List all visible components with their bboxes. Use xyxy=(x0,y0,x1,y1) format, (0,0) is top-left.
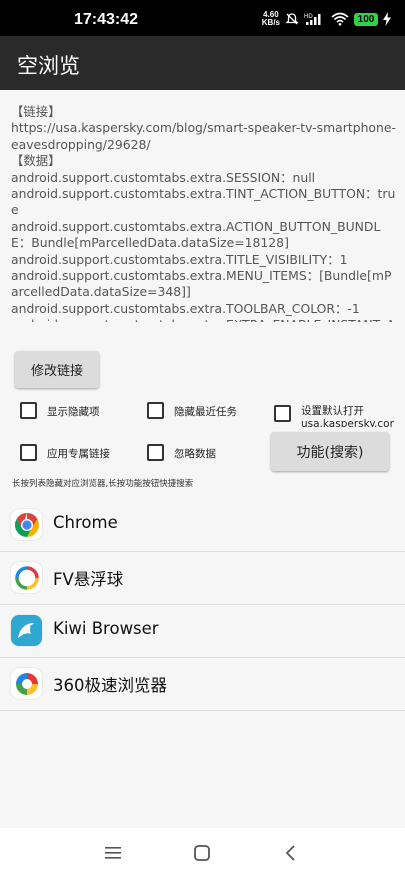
home-icon[interactable] xyxy=(189,840,215,866)
browser-name: Kiwi Browser xyxy=(53,619,159,638)
function-search-button[interactable]: 功能(搜索) xyxy=(271,432,389,471)
browser-item-kiwi[interactable]: Kiwi Browser xyxy=(0,605,405,658)
checkbox-box[interactable] xyxy=(20,444,37,461)
browser-name: Chrome xyxy=(53,513,118,532)
hide-recent-checkbox[interactable]: 隐藏最近任务 xyxy=(147,402,237,419)
network-speed: 4.60 KB/s xyxy=(261,10,280,27)
app-link-checkbox[interactable]: 应用专属链接 xyxy=(20,444,110,461)
browser-list: Chrome FV悬浮球 Kiwi Browser 360极速浏览器 xyxy=(0,499,405,711)
hide-recent-label: 隐藏最近任务 xyxy=(174,406,237,418)
back-icon[interactable] xyxy=(278,840,304,866)
app-link-label: 应用专属链接 xyxy=(47,448,110,460)
browser-item-360[interactable]: 360极速浏览器 xyxy=(0,658,405,711)
mute-icon xyxy=(285,13,299,25)
checkbox-box[interactable] xyxy=(274,405,291,422)
status-bar: 17:43:42 4.60 KB/s HD 100 xyxy=(0,0,405,36)
browser-item-chrome[interactable]: Chrome xyxy=(0,499,405,552)
chrome-icon xyxy=(11,509,42,540)
modify-link-button[interactable]: 修改链接 xyxy=(15,351,99,388)
svg-text:HD: HD xyxy=(304,14,313,20)
set-default-checkbox[interactable]: 设置默认打开 usa.kaspersky.com xyxy=(274,405,394,427)
intent-info-text[interactable]: 【链接】 https://usa.kaspersky.com/blog/smar… xyxy=(11,104,397,322)
checkbox-box[interactable] xyxy=(147,402,164,419)
browser-name: 360极速浏览器 xyxy=(53,676,167,695)
checkbox-box[interactable] xyxy=(147,444,164,461)
browser-item-fv[interactable]: FV悬浮球 xyxy=(0,552,405,605)
wifi-icon xyxy=(331,12,349,26)
hint-text: 长按列表隐藏对应浏览器,长按功能按钮快捷搜索 xyxy=(12,479,194,489)
navigation-bar xyxy=(0,828,405,878)
show-hidden-checkbox[interactable]: 显示隐藏项 xyxy=(20,402,100,419)
checkbox-box[interactable] xyxy=(20,402,37,419)
hd-signal-icon: HD xyxy=(304,14,321,25)
app-title: 空浏览 xyxy=(17,54,80,78)
ignore-data-label: 忽略数据 xyxy=(174,448,216,460)
status-time: 17:43:42 xyxy=(74,11,139,28)
set-default-label: 设置默认打开 usa.kaspersky.com xyxy=(301,405,394,427)
kiwi-bird-icon xyxy=(11,615,42,646)
battery-icon: 100 xyxy=(354,12,378,26)
ignore-data-checkbox[interactable]: 忽略数据 xyxy=(147,444,216,461)
app-bar: 空浏览 xyxy=(0,36,405,90)
360-browser-icon xyxy=(11,668,42,699)
fv-floating-ball-icon xyxy=(11,562,42,593)
charging-icon xyxy=(383,12,391,26)
status-icons: 4.60 KB/s HD 100 xyxy=(262,11,391,27)
browser-name: FV悬浮球 xyxy=(53,570,124,589)
menu-icon[interactable] xyxy=(100,840,126,866)
show-hidden-label: 显示隐藏项 xyxy=(47,406,100,418)
